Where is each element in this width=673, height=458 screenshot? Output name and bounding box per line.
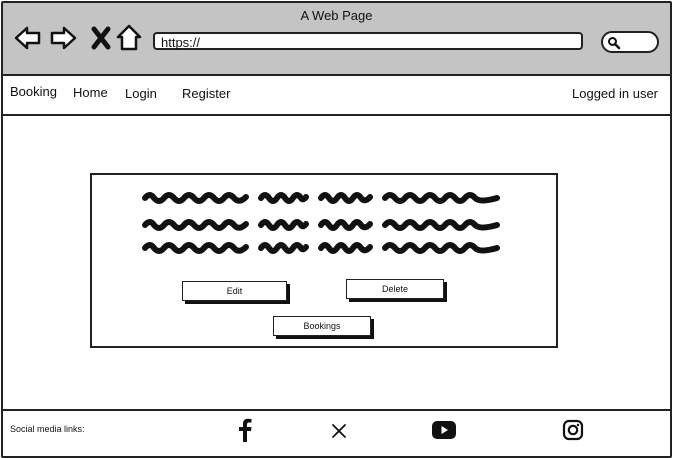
search-field[interactable] bbox=[601, 31, 659, 53]
home-icon[interactable] bbox=[114, 23, 144, 53]
close-icon[interactable] bbox=[86, 23, 116, 53]
window-title: A Web Page bbox=[300, 8, 373, 23]
search-icon bbox=[608, 37, 621, 50]
placeholder-text-scribbles bbox=[142, 192, 500, 254]
address-bar[interactable]: https:// bbox=[153, 32, 583, 50]
x-icon[interactable] bbox=[331, 423, 347, 439]
facebook-icon[interactable] bbox=[236, 418, 254, 442]
nav-booking[interactable]: Booking bbox=[10, 84, 57, 99]
nav-home[interactable]: Home bbox=[73, 85, 108, 100]
back-arrow-icon[interactable] bbox=[12, 23, 42, 53]
youtube-icon[interactable] bbox=[432, 421, 456, 439]
social-media-label: Social media links: bbox=[10, 424, 85, 434]
instagram-icon[interactable] bbox=[562, 419, 584, 441]
forward-arrow-icon[interactable] bbox=[49, 23, 79, 53]
bookings-button[interactable]: Bookings bbox=[273, 316, 371, 336]
logged-in-user-status: Logged in user bbox=[572, 86, 659, 101]
nav-register[interactable]: Register bbox=[182, 86, 230, 101]
nav-login[interactable]: Login bbox=[125, 86, 157, 101]
edit-button[interactable]: Edit bbox=[182, 281, 287, 301]
delete-button[interactable]: Delete bbox=[346, 279, 444, 299]
